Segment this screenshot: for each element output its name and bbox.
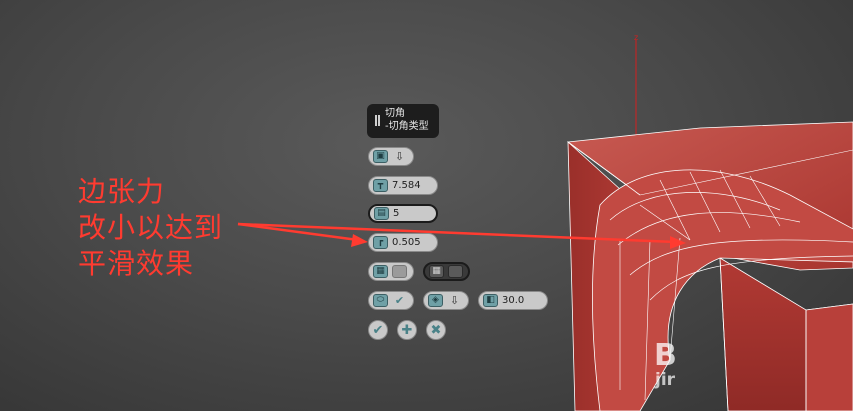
check-icon: ✔: [372, 322, 384, 338]
grid-icon: ▦: [373, 265, 388, 278]
object-right-face: [805, 303, 853, 411]
caddy-title-line2: -切角类型: [385, 121, 429, 132]
segments-spinner[interactable]: ▤ 5: [368, 204, 438, 223]
chamfer-type-dropdown[interactable]: ▣ ⇩: [368, 147, 414, 166]
amount-icon: ┳: [373, 179, 388, 192]
plus-icon: ✚: [401, 322, 413, 338]
grid-dark-icon: ▦: [429, 265, 444, 278]
segments-value: 5: [393, 208, 400, 219]
3d-viewport[interactable]: z 切角 -切角类型 ▣ ⇩ ┳ 7.584 ▤ 5 ┏ 0.505 ▦ ▦ ⬭…: [0, 0, 853, 411]
cylinder-icon: ⬭: [373, 294, 388, 307]
amount-spinner[interactable]: ┳ 7.584: [368, 176, 438, 195]
apply-button[interactable]: ✚: [397, 320, 417, 340]
cube-icon: ◈: [428, 294, 443, 307]
smooth-toggle-pill[interactable]: ▦: [368, 262, 414, 281]
watermark-text: jir: [655, 370, 676, 390]
angle-value: 30.0: [502, 295, 525, 306]
arrow-head-tension: [351, 234, 368, 247]
square-dark-icon: [448, 265, 463, 278]
arrow-down-icon: ⇩: [394, 150, 405, 163]
annotation-text: 边张力 改小以达到 平滑效果: [78, 175, 224, 280]
smooth-type-dropdown[interactable]: ◈ ⇩: [423, 291, 469, 310]
check-mark-icon: ✔: [394, 294, 405, 307]
segments-icon: ▤: [374, 207, 389, 220]
tension-icon: ┏: [373, 236, 388, 249]
z-axis-label: z: [634, 33, 638, 42]
tension-spinner[interactable]: ┏ 0.505: [368, 233, 438, 252]
tension-value: 0.505: [392, 237, 421, 248]
square-icon: [392, 265, 407, 278]
chamfer-type-icon: ▣: [373, 150, 388, 163]
arrow-down-icon: ⇩: [449, 294, 460, 307]
ok-button[interactable]: ✔: [368, 320, 388, 340]
cancel-button[interactable]: ✖: [426, 320, 446, 340]
smooth-threshold-pill[interactable]: ⬭ ✔: [368, 291, 414, 310]
close-icon: ✖: [430, 322, 442, 338]
amount-value: 7.584: [392, 180, 421, 191]
angle-spinner[interactable]: ◧ 30.0: [478, 291, 548, 310]
caddy-title-line1: 切角: [385, 108, 405, 119]
caddy-title[interactable]: 切角 -切角类型: [367, 104, 439, 138]
box-angle-icon: ◧: [483, 294, 498, 307]
drag-handle-icon[interactable]: [375, 115, 380, 126]
watermark-logo: B: [654, 338, 677, 373]
smooth-mode-pill[interactable]: ▦: [423, 262, 470, 281]
